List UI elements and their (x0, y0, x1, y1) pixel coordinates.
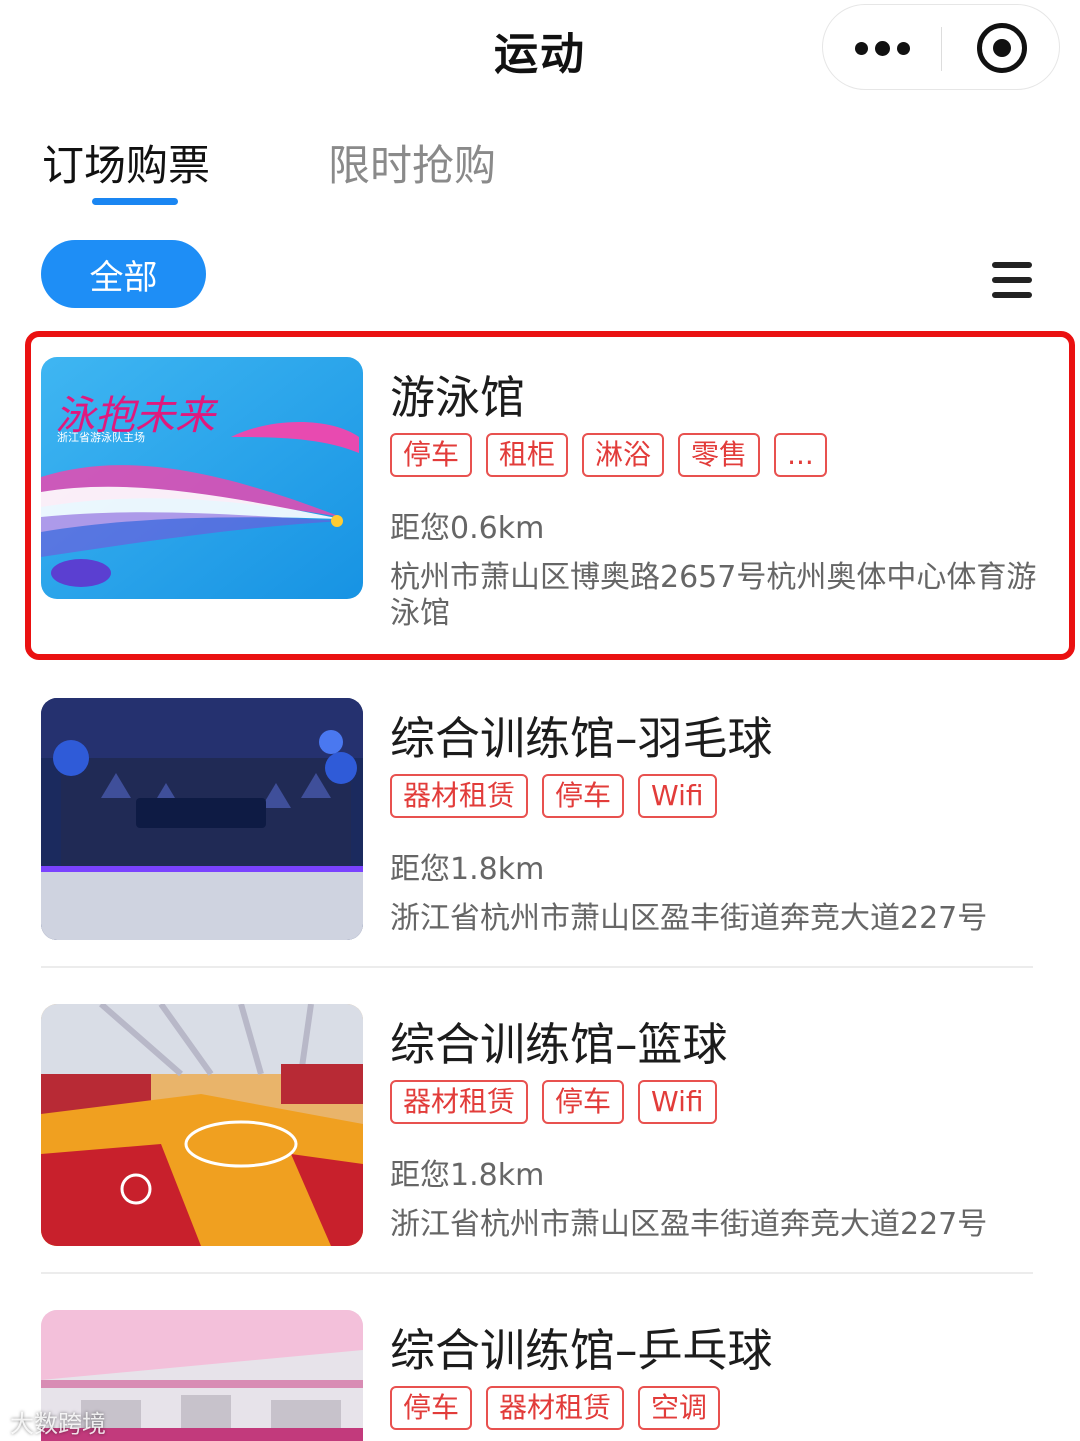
tag: 淋浴 (582, 433, 665, 477)
swim-subtitle: 浙江省游泳队主场 (57, 430, 145, 444)
tag: 器材租赁 (390, 1080, 529, 1124)
tag-more[interactable]: ... (774, 433, 827, 477)
active-tab-indicator (92, 198, 178, 205)
venue-card-basketball[interactable]: 综合训练馆–篮球 器材租赁 停车 Wifi 距您1.8km 浙江省杭州市萧山区盈… (0, 1004, 1080, 1254)
venue-tags: 器材租赁 停车 Wifi (390, 1080, 717, 1124)
venue-card-table-tennis[interactable]: 综合训练馆–乒乓球 停车 器材租赁 空调 (0, 1310, 1080, 1441)
venue-address: 浙江省杭州市萧山区盈丰街道奔竞大道227号 (390, 1207, 988, 1242)
tag: 停车 (542, 774, 625, 818)
venue-distance: 距您1.8km (390, 1158, 545, 1193)
venue-tags: 停车 租柜 淋浴 零售 ... (390, 433, 827, 477)
tag: Wifi (638, 774, 717, 818)
tag: 停车 (390, 1386, 473, 1430)
venue-card-swimming[interactable]: 泳抱未来 浙江省游泳队主场 游泳馆 停车 租柜 淋浴 零售 ... 距您0.6k… (0, 357, 1080, 647)
list-divider (41, 1272, 1033, 1274)
tab-flash-sale[interactable]: 限时抢购 (328, 132, 496, 193)
capsule-divider (941, 27, 942, 71)
venue-distance: 距您0.6km (390, 511, 545, 546)
tag: 停车 (390, 433, 473, 477)
list-divider (41, 966, 1033, 968)
tag: 零售 (678, 433, 761, 477)
venue-card-badminton[interactable]: 综合训练馆–羽毛球 器材租赁 停车 Wifi 距您1.8km 浙江省杭州市萧山区… (0, 698, 1080, 948)
tab-bar: 订场购票 限时抢购 (0, 120, 1080, 220)
tag: 停车 (542, 1080, 625, 1124)
venue-image-swimming: 泳抱未来 浙江省游泳队主场 (41, 357, 363, 599)
venue-name: 综合训练馆–乒乓球 (390, 1324, 773, 1377)
menu-icon[interactable] (992, 262, 1032, 298)
filter-all-button[interactable]: 全部 (41, 240, 206, 308)
venue-image-basketball (41, 1004, 363, 1246)
nav-bar: 运动 (0, 0, 1080, 100)
venue-name: 游泳馆 (390, 371, 526, 424)
venue-name: 综合训练馆–羽毛球 (390, 712, 773, 765)
tag: 空调 (638, 1386, 721, 1430)
tag: 租柜 (486, 433, 569, 477)
tag: 器材租赁 (486, 1386, 625, 1430)
venue-distance: 距您1.8km (390, 852, 545, 887)
venue-name: 综合训练馆–篮球 (390, 1018, 728, 1071)
venue-address: 杭州市萧山区博奥路2657号杭州奥体中心体育游泳馆 (390, 560, 1037, 631)
more-icon[interactable] (823, 5, 941, 91)
venue-tags: 停车 器材租赁 空调 (390, 1386, 721, 1430)
venue-address: 浙江省杭州市萧山区盈丰街道奔竞大道227号 (390, 901, 988, 936)
venue-image-badminton (41, 698, 363, 940)
tag: 器材租赁 (390, 774, 529, 818)
mini-program-capsule (822, 4, 1060, 90)
tab-booking[interactable]: 订场购票 (42, 132, 210, 193)
watermark: 大数跨境 (10, 1410, 106, 1438)
close-target-icon[interactable] (977, 23, 1027, 73)
venue-tags: 器材租赁 停车 Wifi (390, 774, 717, 818)
tag: Wifi (638, 1080, 717, 1124)
